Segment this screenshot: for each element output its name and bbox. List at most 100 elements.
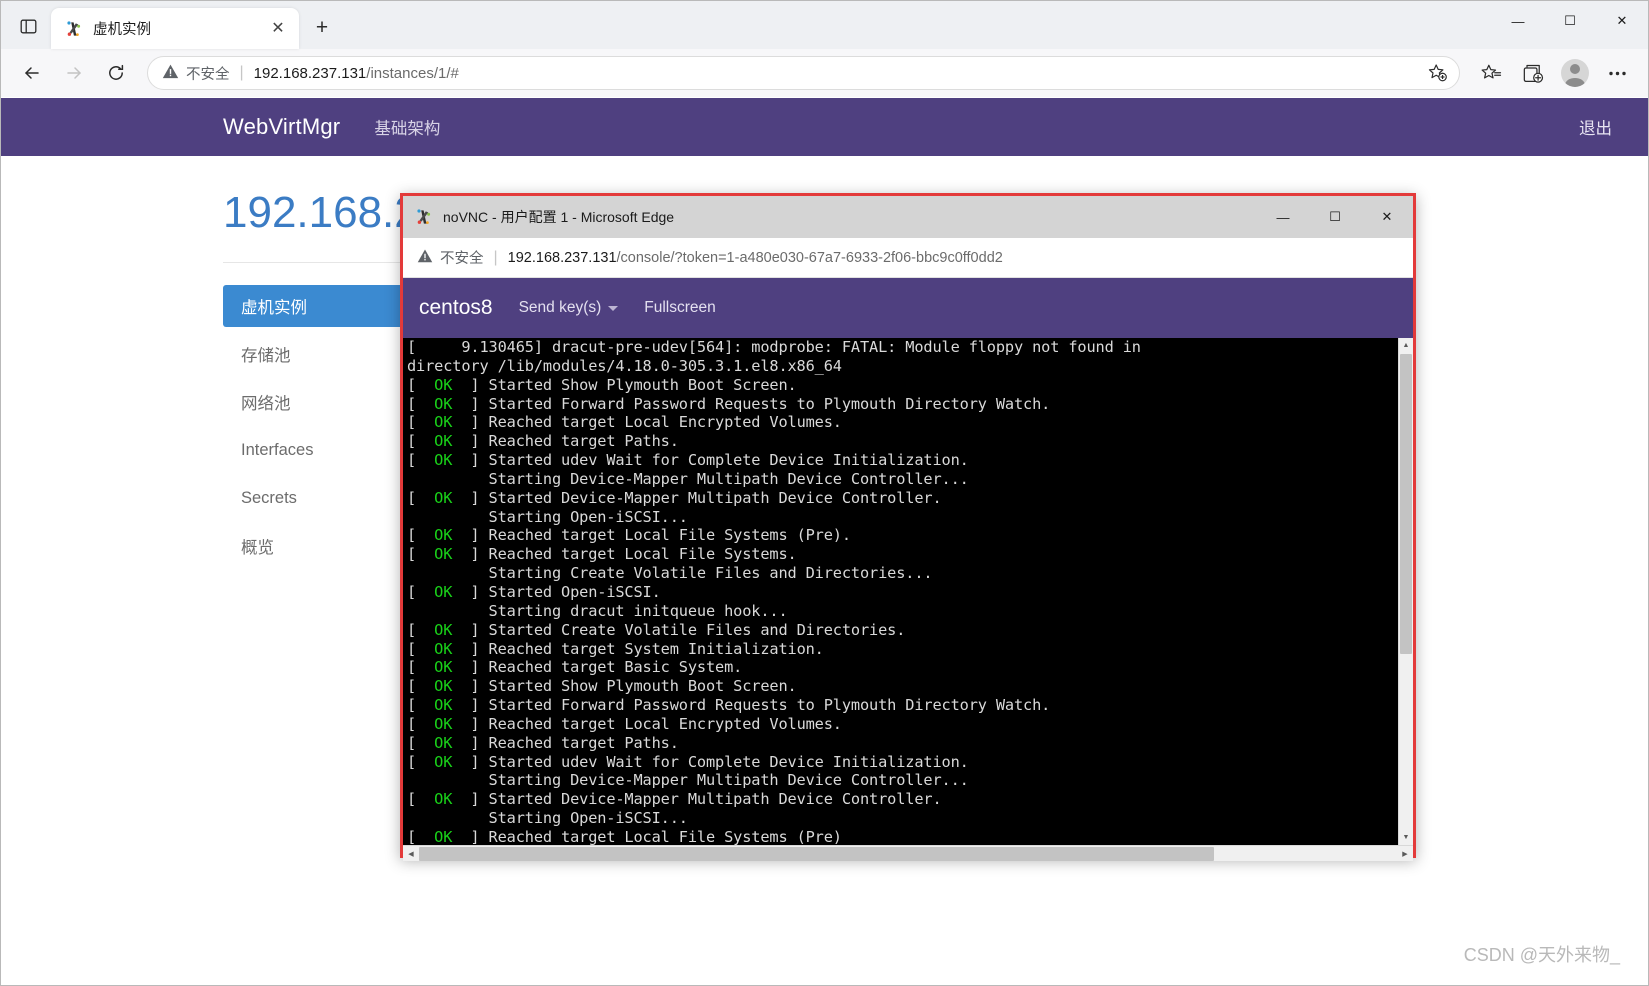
sidebar-item-overview[interactable]: 概览 [223, 525, 405, 567]
back-arrow-icon[interactable] [13, 54, 51, 92]
console-line: [ OK ] Reached target Paths. [407, 432, 1398, 451]
address-bar-url: 192.168.237.131/instances/1/# [254, 65, 459, 82]
console-line: [ OK ] Reached target Basic System. [407, 658, 1398, 677]
minimize-button[interactable]: — [1492, 1, 1544, 41]
console-line: [ 9.130465] dracut-pre-udev[564]: modpro… [407, 338, 1398, 357]
console-line: [ OK ] Started Create Volatile Files and… [407, 621, 1398, 640]
window-controls: — ☐ ✕ [1492, 1, 1648, 41]
console-line: directory /lib/modules/4.18.0-305.3.1.el… [407, 357, 1398, 376]
url-host: 192.168.237.131 [254, 65, 367, 82]
address-bar[interactable]: 不安全 | 192.168.237.131/instances/1/# [147, 56, 1460, 90]
console-line: [ OK ] Started Open-iSCSI. [407, 583, 1398, 602]
console-line: [ OK ] Started udev Wait for Complete De… [407, 753, 1398, 772]
popup-security-status[interactable]: 不安全 [417, 247, 484, 268]
webvirtmgr-favicon [65, 20, 83, 38]
horizontal-scrollbar-track[interactable] [419, 846, 1397, 862]
security-status[interactable]: 不安全 [162, 63, 230, 84]
chevron-down-icon [608, 306, 618, 311]
vnc-console-screen[interactable]: [ 9.130465] dracut-pre-udev[564]: modpro… [403, 338, 1398, 845]
novnc-popup-window: noVNC - 用户配置 1 - Microsoft Edge — ☐ ✕ 不安… [400, 193, 1416, 858]
popup-url-path: /console/?token=1-a480e030-67a7-6933-2f0… [617, 250, 1003, 266]
maximize-button[interactable]: ☐ [1544, 1, 1596, 41]
console-line: [ OK ] Started Device-Mapper Multipath D… [407, 790, 1398, 809]
console-line: [ OK ] Reached target Local Encrypted Vo… [407, 715, 1398, 734]
send-keys-dropdown[interactable]: Send key(s) [519, 299, 619, 317]
console-line: [ OK ] Reached target Local File Systems… [407, 526, 1398, 545]
tab-actions-icon[interactable] [5, 6, 51, 46]
popup-close-button[interactable]: ✕ [1361, 196, 1413, 238]
sidebar-menu: 虚机实例 存储池 网络池 Interfaces Secrets 概览 [223, 285, 405, 567]
browser-toolbar: 不安全 | 192.168.237.131/instances/1/# [1, 49, 1648, 97]
send-keys-label: Send key(s) [519, 299, 602, 317]
vertical-scrollbar-thumb[interactable] [1400, 354, 1412, 654]
popup-address-bar-url: 192.168.237.131/console/?token=1-a480e03… [508, 250, 1003, 266]
popup-maximize-button[interactable]: ☐ [1309, 196, 1361, 238]
tab-strip: 虚机实例 ✕ + — ☐ ✕ [1, 1, 1648, 49]
fullscreen-button[interactable]: Fullscreen [644, 299, 716, 317]
console-line: [ OK ] Started Show Plymouth Boot Screen… [407, 677, 1398, 696]
popup-minimize-button[interactable]: — [1257, 196, 1309, 238]
webvirtmgr-brand[interactable]: WebVirtMgr [223, 114, 340, 140]
console-line: [ OK ] Started Forward Password Requests… [407, 696, 1398, 715]
security-label: 不安全 [186, 63, 230, 84]
console-line: [ OK ] Reached target Paths. [407, 734, 1398, 753]
new-tab-button[interactable]: + [305, 11, 339, 45]
nav-link-infrastructure[interactable]: 基础架构 [374, 115, 440, 139]
console-horizontal-scrollbar[interactable]: ◀ ▶ [403, 845, 1413, 861]
edge-browser-window: 虚机实例 ✕ + — ☐ ✕ [0, 0, 1649, 986]
console-line: [ OK ] Started Forward Password Requests… [407, 395, 1398, 414]
more-options-icon[interactable] [1598, 54, 1636, 92]
warning-triangle-icon [417, 248, 433, 268]
novnc-hostname: centos8 [419, 296, 493, 320]
horizontal-scrollbar-thumb[interactable] [419, 847, 1214, 861]
scroll-right-arrow-icon[interactable]: ▶ [1397, 846, 1413, 862]
vnc-console-area[interactable]: [ 9.130465] dracut-pre-udev[564]: modpro… [403, 338, 1413, 845]
novnc-toolbar: centos8 Send key(s) Fullscreen [403, 278, 1413, 338]
console-line: [ OK ] Started Show Plymouth Boot Screen… [407, 376, 1398, 395]
console-line: Starting Create Volatile Files and Direc… [407, 564, 1398, 583]
popup-address-bar[interactable]: 不安全 | 192.168.237.131/console/?token=1-a… [403, 238, 1413, 278]
csdn-watermark: CSDN @天外来物_ [1464, 941, 1620, 967]
console-line: [ OK ] Reached target System Initializat… [407, 640, 1398, 659]
console-line: Starting Open-iSCSI... [407, 508, 1398, 527]
console-line: Starting Open-iSCSI... [407, 809, 1398, 828]
profile-avatar-icon[interactable] [1556, 54, 1594, 92]
browser-tab[interactable]: 虚机实例 ✕ [51, 8, 299, 49]
popup-window-title: noVNC - 用户配置 1 - Microsoft Edge [443, 207, 674, 227]
console-line: Starting Device-Mapper Multipath Device … [407, 771, 1398, 790]
scroll-down-arrow-icon[interactable]: ▼ [1399, 830, 1413, 845]
sidebar-item-secrets[interactable]: Secrets [223, 477, 405, 519]
scroll-left-arrow-icon[interactable]: ◀ [403, 846, 419, 862]
omnibox-separator: | [238, 64, 246, 82]
popup-title-bar[interactable]: noVNC - 用户配置 1 - Microsoft Edge — ☐ ✕ [403, 196, 1413, 238]
tab-title: 虚机实例 [93, 18, 255, 39]
sidebar-item-network-pools[interactable]: 网络池 [223, 381, 405, 423]
favorites-list-icon[interactable] [1472, 54, 1510, 92]
popup-omnibox-separator: | [492, 249, 500, 267]
add-favorite-star-icon[interactable] [1423, 58, 1453, 88]
console-line: [ OK ] Reached target Local File Systems… [407, 828, 1398, 845]
webvirtmgr-navbar: WebVirtMgr 基础架构 退出 [1, 98, 1648, 156]
collections-icon[interactable] [1514, 54, 1552, 92]
sidebar-item-interfaces[interactable]: Interfaces [223, 429, 405, 471]
scroll-up-arrow-icon[interactable]: ▲ [1399, 338, 1413, 353]
sidebar-item-storage-pools[interactable]: 存储池 [223, 333, 405, 375]
url-path: /instances/1/# [366, 65, 459, 82]
console-line: [ OK ] Reached target Local Encrypted Vo… [407, 413, 1398, 432]
close-button[interactable]: ✕ [1596, 1, 1648, 41]
console-line: Starting Device-Mapper Multipath Device … [407, 470, 1398, 489]
sidebar-item-instances[interactable]: 虚机实例 [223, 285, 405, 327]
reload-icon[interactable] [97, 54, 135, 92]
console-line: Starting dracut initqueue hook... [407, 602, 1398, 621]
console-line: [ OK ] Started Device-Mapper Multipath D… [407, 489, 1398, 508]
logout-link[interactable]: 退出 [1579, 115, 1612, 139]
popup-security-label: 不安全 [440, 247, 484, 268]
popup-url-host: 192.168.237.131 [508, 250, 617, 266]
webvirtmgr-favicon [415, 208, 433, 226]
console-line: [ OK ] Reached target Local File Systems… [407, 545, 1398, 564]
console-vertical-scrollbar[interactable]: ▲ ▼ [1398, 338, 1413, 845]
popup-window-controls: — ☐ ✕ [1257, 196, 1413, 238]
warning-triangle-icon [162, 63, 179, 84]
console-line: [ OK ] Started udev Wait for Complete De… [407, 451, 1398, 470]
tab-close-icon[interactable]: ✕ [265, 16, 291, 42]
